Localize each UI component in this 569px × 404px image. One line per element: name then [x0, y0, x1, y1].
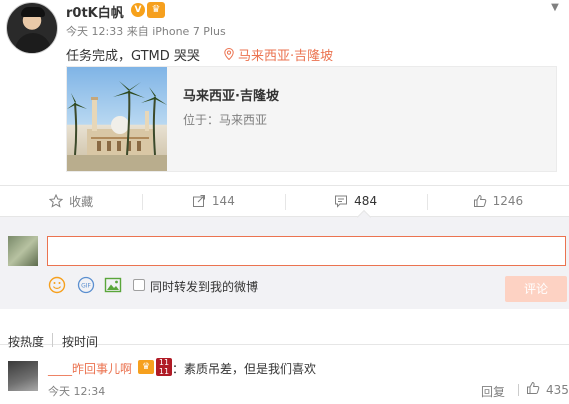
comment-text: ：素质吊差，但是我们喜欢	[172, 362, 317, 376]
chevron-down-icon[interactable]: ▼	[548, 2, 562, 14]
verified-badge: V	[131, 3, 145, 17]
favorite-button[interactable]: 收藏	[0, 186, 142, 216]
thumbs-up-icon[interactable]	[526, 381, 540, 395]
comment-action-divider	[518, 384, 519, 396]
current-user-avatar	[8, 236, 38, 266]
star-icon	[49, 194, 64, 208]
post-action-bar: 收藏 144 484 1246	[0, 185, 569, 217]
svg-text:GIF: GIF	[81, 283, 91, 290]
comment-author-avatar[interactable]	[8, 361, 38, 391]
author-avatar[interactable]	[6, 2, 58, 54]
image-icon[interactable]	[104, 276, 122, 294]
sort-by-time-tab[interactable]: 按时间	[62, 333, 98, 350]
location-link[interactable]: 马来西亚·吉隆坡	[224, 45, 333, 64]
comment-reply-button[interactable]: 回复	[481, 383, 505, 400]
comment-icon	[335, 195, 348, 208]
comment-author-name[interactable]: ____昨回事儿啊	[48, 360, 132, 377]
repost-checkbox-label[interactable]: 同时转发到我的微博	[150, 278, 258, 295]
post-meta: 今天 12:33 来自 iPhone 7 Plus	[66, 25, 226, 38]
location-pin-icon	[224, 47, 238, 64]
submit-comment-button[interactable]: 评论	[505, 276, 567, 302]
comment-like-count: 435	[546, 383, 569, 397]
like-button[interactable]: 1246	[426, 186, 569, 216]
post-author-name[interactable]: r0tK白帆	[66, 2, 124, 21]
repost-checkbox[interactable]	[133, 279, 145, 291]
member-badge-icon: 11 11	[156, 358, 172, 376]
like-count: 1246	[492, 194, 524, 208]
emoji-icon[interactable]	[48, 276, 66, 294]
comment-timestamp: 今天 12:34	[48, 385, 106, 398]
thumbs-up-icon	[473, 194, 486, 207]
gif-icon[interactable]: GIF	[77, 276, 95, 294]
sort-divider	[52, 333, 53, 347]
repost-button[interactable]: 144	[142, 186, 284, 216]
location-photo	[67, 67, 167, 171]
comment-input[interactable]	[47, 236, 566, 266]
comment-count: 484	[354, 194, 378, 208]
location-card-title: 马来西亚·吉隆坡	[183, 89, 279, 104]
post-text: 任务完成，GTMD 哭哭	[66, 49, 200, 64]
repost-count: 144	[211, 194, 235, 208]
vip-badge-icon: ♛	[138, 360, 154, 374]
location-card[interactable]: 马来西亚·吉隆坡 位于：马来西亚	[66, 66, 557, 172]
favorite-label: 收藏	[69, 194, 94, 209]
location-card-subtitle: 位于：马来西亚	[183, 113, 268, 127]
share-icon	[192, 195, 205, 207]
comment-button[interactable]: 484	[284, 186, 427, 216]
sort-by-hot-tab[interactable]: 按热度	[8, 333, 44, 350]
vip-badge-icon: ♛	[147, 2, 165, 18]
location-label: 马来西亚·吉隆坡	[238, 49, 334, 64]
